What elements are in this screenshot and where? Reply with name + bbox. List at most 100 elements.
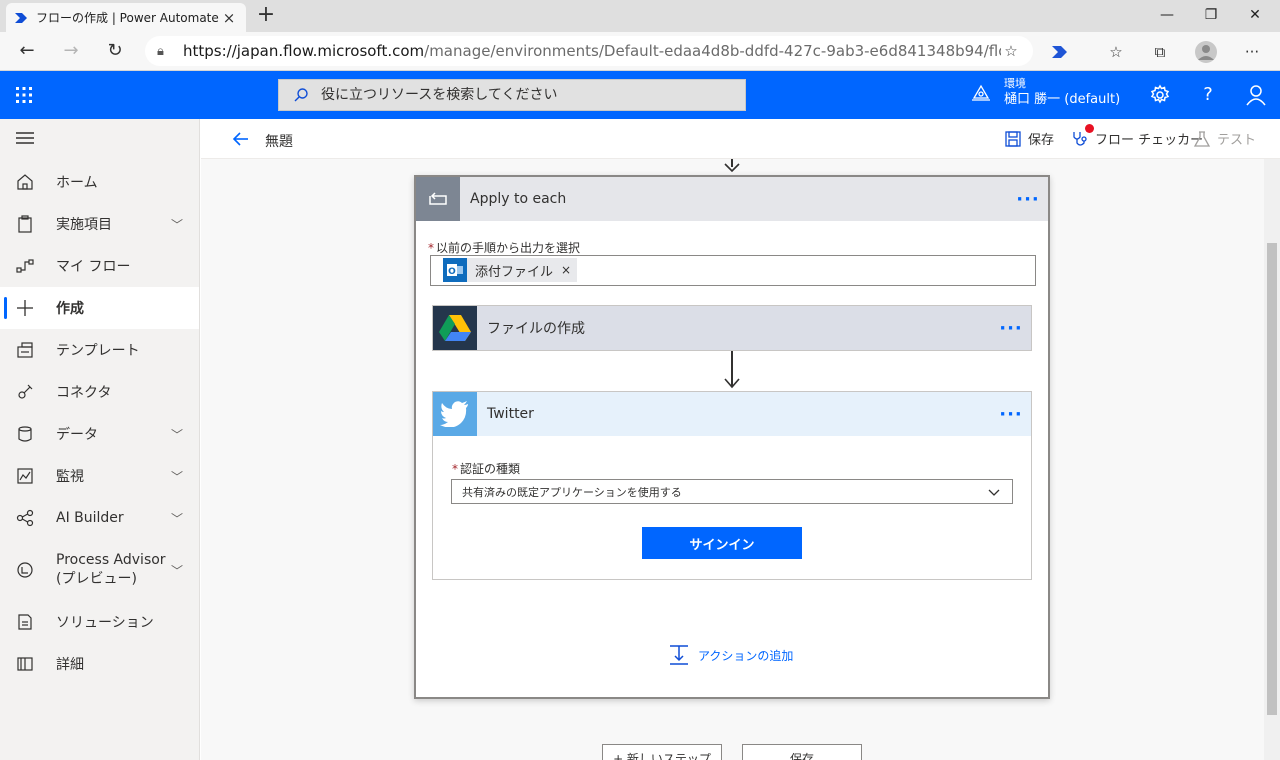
nav-item-label: 詳細 — [56, 657, 84, 673]
search-input[interactable] — [321, 87, 721, 103]
database-icon — [18, 426, 32, 442]
nav-item-label: コネクタ — [56, 385, 112, 401]
twitter-action-header[interactable]: Twitter ··· — [433, 392, 1031, 436]
arrow-down-icon — [724, 163, 740, 173]
add-action-label: アクションの追加 — [698, 648, 794, 663]
chevron-down-icon[interactable]: ﹀ — [171, 468, 187, 485]
ai-icon — [16, 509, 34, 527]
test-label: テスト — [1217, 133, 1257, 148]
left-navigation: ホーム 実施項目 ﹀ マイ フロー 作成 テンプレート コネクタ データ ﹀ 監… — [0, 119, 200, 760]
add-action-button[interactable]: アクションの追加 — [668, 644, 793, 666]
process-icon — [17, 562, 33, 578]
search-icon — [294, 88, 308, 102]
account-icon[interactable] — [1244, 83, 1268, 107]
help-icon[interactable]: ? — [1196, 83, 1220, 107]
nav-item-home[interactable]: ホーム — [0, 161, 199, 203]
sign-in-button[interactable]: サインイン — [642, 527, 802, 559]
chevron-down-icon[interactable]: ﹀ — [171, 510, 187, 527]
test-button[interactable]: テスト — [1193, 129, 1256, 148]
twitter-title: Twitter — [487, 406, 534, 422]
loop-icon — [429, 192, 447, 205]
minimize-icon[interactable]: — — [1144, 0, 1190, 30]
browser-tab[interactable]: フローの作成 | Power Automate × — [6, 3, 246, 32]
chevron-down-icon[interactable]: ﹀ — [171, 562, 187, 579]
favorites-icon[interactable]: ☆ — [1104, 40, 1128, 64]
power-automate-favicon-icon — [15, 12, 27, 23]
window-close-icon[interactable]: ✕ — [1232, 0, 1278, 30]
power-automate-extension-icon[interactable] — [1048, 40, 1072, 64]
nav-item-label: データ — [56, 427, 98, 443]
nav-item-learn[interactable]: 詳細 — [0, 643, 199, 685]
refresh-icon[interactable]: ↻ — [100, 36, 130, 66]
forward-icon[interactable]: → — [56, 36, 86, 66]
dynamic-content-token[interactable]: O 添付ファイル × — [443, 258, 578, 282]
back-icon[interactable]: ← — [12, 36, 42, 66]
more-options-icon[interactable]: ··· — [1240, 40, 1264, 64]
nav-item-create[interactable]: 作成 — [0, 287, 199, 329]
settings-gear-icon[interactable] — [1148, 83, 1172, 107]
book-icon — [17, 657, 33, 671]
restore-icon[interactable]: ❐ — [1188, 0, 1234, 30]
auth-type-label: * 認証の種類 — [452, 462, 521, 476]
nav-item-label: 実施項目 — [56, 217, 112, 233]
nav-item-label: ホーム — [56, 175, 98, 191]
new-tab-button[interactable]: + — [254, 3, 278, 29]
apply-to-each-header[interactable]: Apply to each ··· — [416, 177, 1048, 221]
resource-search[interactable] — [278, 79, 746, 111]
auth-type-dropdown[interactable]: 共有済みの既定アプリケーションを使用する — [451, 479, 1013, 504]
footer-save-button[interactable]: 保存 — [742, 744, 862, 760]
google-drive-icon — [439, 315, 471, 341]
create-file-action[interactable]: ファイルの作成 ··· — [432, 305, 1032, 351]
nav-item-connectors[interactable]: コネクタ — [0, 371, 199, 413]
environment-label: 環境 — [1004, 77, 1026, 90]
favorite-add-icon[interactable]: ☆ — [1001, 42, 1021, 60]
checker-error-badge — [1085, 124, 1094, 133]
connector-icon — [18, 384, 33, 399]
token-remove-icon[interactable]: × — [561, 263, 571, 277]
save-label: 保存 — [1028, 133, 1055, 148]
lock-icon: 🔒︎ — [157, 43, 164, 59]
nav-item-data[interactable]: データ ﹀ — [0, 413, 199, 455]
auth-type-value: 共有済みの既定アプリケーションを使用する — [462, 485, 682, 499]
environment-name: 樋口 勝一 (default) — [1004, 92, 1121, 107]
canvas-scrollbar[interactable] — [1264, 159, 1280, 760]
chevron-down-icon[interactable]: ﹀ — [171, 426, 187, 443]
nav-item-label-line2: (プレビュー) — [56, 571, 137, 587]
nav-item-label: ソリューション — [56, 615, 154, 631]
nav-item-solutions[interactable]: ソリューション — [0, 601, 199, 643]
nav-item-templates[interactable]: テンプレート — [0, 329, 199, 371]
nav-item-label: テンプレート — [56, 343, 140, 359]
flow-icon — [16, 259, 34, 273]
nav-item-process-advisor[interactable]: Process Advisor (プレビュー) ﹀ — [0, 546, 199, 594]
command-bar: 無題 保存 フロー チェッカー テスト — [201, 119, 1280, 159]
create-file-title: ファイルの作成 — [487, 321, 585, 337]
more-menu-icon[interactable]: ··· — [991, 404, 1031, 425]
flow-name[interactable]: 無題 — [265, 131, 293, 151]
profile-avatar-icon[interactable] — [1194, 40, 1218, 64]
save-button[interactable]: 保存 — [1004, 129, 1054, 148]
flow-checker-button[interactable]: フロー チェッカー — [1071, 124, 1203, 148]
url-field[interactable]: 🔒︎ https://japan.flow.microsoft.com/mana… — [145, 36, 1033, 66]
save-icon — [1005, 130, 1021, 147]
nav-item-ai-builder[interactable]: AI Builder ﹀ — [0, 497, 199, 539]
browser-address-bar: ← → ↻ 🔒︎ https://japan.flow.microsoft.co… — [0, 32, 1280, 71]
hamburger-menu-icon[interactable] — [16, 131, 34, 145]
more-menu-icon[interactable]: ··· — [991, 318, 1031, 339]
browser-tab-bar: フローの作成 | Power Automate × + — ❐ ✕ — [0, 0, 1280, 32]
nav-item-action-items[interactable]: 実施項目 ﹀ — [0, 203, 199, 245]
app-launcher-icon[interactable] — [14, 85, 34, 105]
back-arrow-icon[interactable] — [231, 129, 251, 149]
nav-item-monitor[interactable]: 監視 ﹀ — [0, 455, 199, 497]
scrollbar-thumb[interactable] — [1267, 243, 1277, 715]
nav-item-my-flows[interactable]: マイ フロー — [0, 245, 199, 287]
chevron-down-icon[interactable]: ﹀ — [171, 216, 187, 233]
plus-icon — [17, 300, 33, 316]
collections-icon[interactable]: ⧉ — [1148, 40, 1172, 64]
template-icon — [17, 342, 33, 358]
select-output-input[interactable]: O 添付ファイル × — [430, 255, 1036, 286]
tab-close-icon[interactable]: × — [220, 9, 238, 27]
more-menu-icon[interactable]: ··· — [1008, 189, 1048, 210]
environment-picker[interactable]: 環境 樋口 勝一 (default) — [970, 77, 1120, 108]
environment-icon — [972, 84, 990, 101]
new-step-button[interactable]: + 新しいステップ — [602, 744, 722, 760]
